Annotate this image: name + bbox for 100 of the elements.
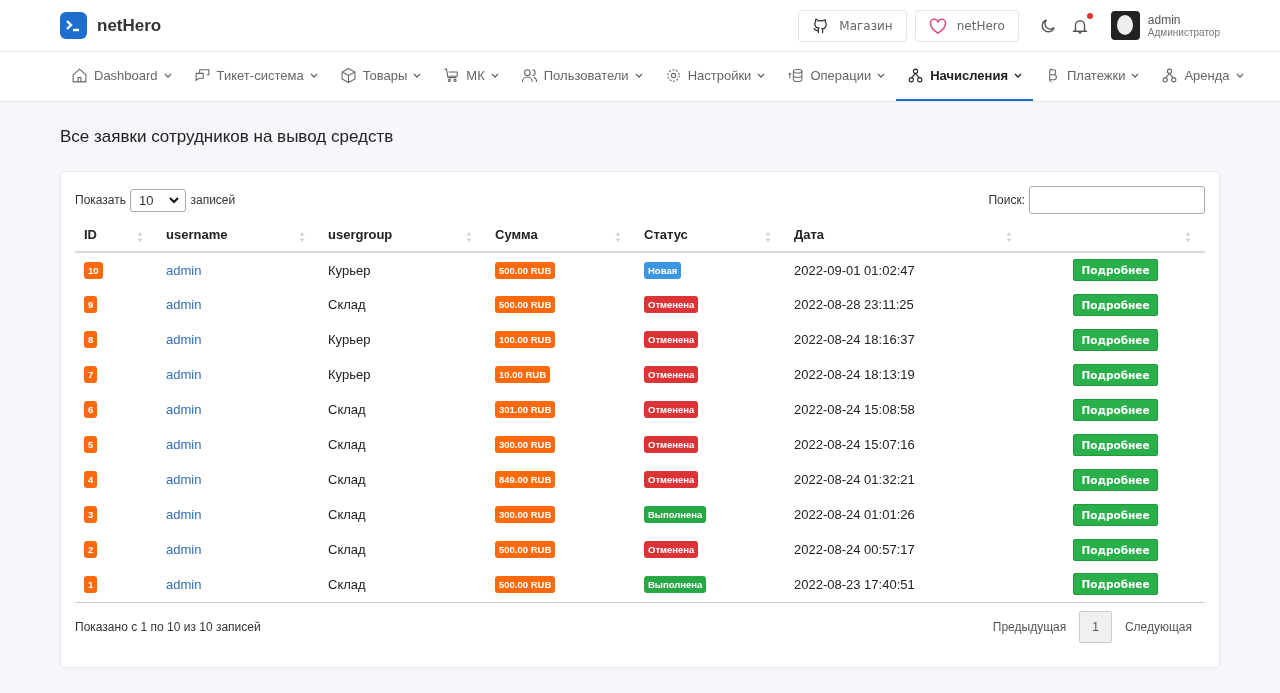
- column-header[interactable]: Сумма: [486, 218, 635, 252]
- nav-tab[interactable]: Платежки: [1033, 52, 1151, 101]
- table-cell: Склад: [328, 576, 366, 592]
- username-link[interactable]: admin: [166, 576, 202, 592]
- nav-tab[interactable]: Тикет-система: [182, 52, 329, 101]
- sort-icon: [765, 231, 771, 243]
- nodes-icon: [907, 67, 925, 84]
- id-badge: 10: [84, 261, 103, 279]
- chevron-down-icon: [490, 72, 499, 79]
- table-cell: Склад: [328, 402, 366, 417]
- status-badge: Новая: [644, 261, 682, 279]
- id-badge: 9: [84, 296, 98, 313]
- logo-icon: [60, 12, 87, 39]
- nav-tab[interactable]: Начисления: [896, 52, 1033, 101]
- username-link[interactable]: admin: [166, 542, 202, 557]
- amount-badge: 849.00 RUB: [495, 471, 556, 488]
- chevron-down-icon: [1131, 72, 1140, 79]
- table-cell: Курьер: [328, 367, 371, 382]
- table-cell: 2022-08-24 01:32:21: [794, 472, 915, 487]
- chevron-down-icon: [169, 196, 180, 204]
- nav-tab[interactable]: Dashboard: [60, 52, 183, 101]
- username-link[interactable]: admin: [166, 367, 202, 382]
- length-label: Показать: [75, 193, 126, 207]
- column-header[interactable]: Дата: [785, 218, 1026, 252]
- page-button[interactable]: 1: [1079, 610, 1112, 643]
- nav-tab[interactable]: МК: [432, 52, 510, 101]
- table-cell: 2022-08-24 18:16:37: [794, 332, 915, 347]
- username-link[interactable]: admin: [166, 472, 202, 487]
- table-info: Показано с 1 по 10 из 10 записей: [75, 619, 261, 634]
- previous-button[interactable]: Предыдущая: [979, 610, 1080, 643]
- page-title: Все заявки сотрудников на вывод средств: [60, 127, 395, 147]
- status-badge: Выполнена: [644, 506, 707, 523]
- table-cell: 2022-08-24 01:01:26: [794, 507, 915, 522]
- table-cell: 2022-08-24 00:57:17: [794, 542, 915, 557]
- sort-icon: [466, 231, 472, 243]
- sponsor-button[interactable]: netHero: [914, 9, 1019, 42]
- column-header[interactable]: username: [157, 218, 319, 252]
- table-cell: Курьер: [328, 262, 371, 278]
- table-cell: 2022-09-01 01:02:47: [794, 262, 915, 278]
- next-button[interactable]: Следующая: [1111, 610, 1205, 643]
- chevron-down-icon: [634, 72, 643, 79]
- status-badge: Отменена: [644, 541, 699, 558]
- page-size-select[interactable]: 10: [130, 188, 187, 212]
- nav-tab[interactable]: Настройки: [653, 52, 777, 101]
- username-link[interactable]: admin: [166, 332, 202, 347]
- nav-tab[interactable]: Операции: [776, 52, 897, 101]
- coins-icon: [787, 67, 805, 84]
- avatar[interactable]: [1110, 11, 1140, 40]
- box-icon: [339, 67, 357, 84]
- search-label: Поиск:: [988, 193, 1025, 207]
- nav-tab[interactable]: Товары: [328, 52, 433, 101]
- chevron-down-icon: [877, 72, 886, 79]
- table-cell: Склад: [328, 472, 366, 487]
- id-badge: 4: [84, 471, 98, 488]
- chevron-down-icon: [1014, 72, 1022, 79]
- brand-name: netHero: [97, 15, 162, 36]
- username-link[interactable]: admin: [166, 507, 202, 522]
- column-header[interactable]: usergroup: [319, 218, 486, 252]
- table-cell: 2022-08-28 23:11:25: [794, 297, 914, 312]
- id-badge: 3: [84, 506, 98, 523]
- id-badge: 8: [84, 331, 98, 348]
- username-link[interactable]: admin: [166, 402, 202, 417]
- status-badge: Отменена: [644, 401, 699, 418]
- amount-badge: 100.00 RUB: [495, 331, 556, 348]
- user-name: admin: [1147, 13, 1182, 27]
- table-cell: Склад: [328, 507, 366, 522]
- shop-button[interactable]: Магазин: [798, 9, 907, 42]
- chevron-down-icon: [163, 72, 172, 79]
- table-cell: 2022-08-24 15:08:58: [794, 402, 915, 417]
- username-link[interactable]: admin: [166, 297, 202, 312]
- status-badge: Отменена: [644, 366, 699, 383]
- length-label: записей: [190, 193, 236, 207]
- id-badge: 1: [84, 575, 98, 593]
- id-badge: 5: [84, 436, 98, 453]
- amount-badge: 500.00 RUB: [495, 541, 556, 558]
- username-link[interactable]: admin: [166, 437, 202, 452]
- nav-tab[interactable]: Аренда: [1150, 52, 1255, 101]
- sort-icon: [1006, 231, 1012, 243]
- amount-badge: 500.00 RUB: [495, 296, 556, 313]
- status-badge: Отменена: [644, 331, 699, 348]
- github-icon: [812, 17, 830, 34]
- chevron-down-icon: [757, 72, 766, 79]
- table-cell: Курьер: [328, 332, 371, 347]
- amount-badge: 10.00 RUB: [495, 366, 550, 383]
- table-cell: 2022-08-24 15:07:16: [794, 437, 915, 452]
- chevron-down-icon: [309, 72, 318, 79]
- column-header[interactable]: ID: [75, 218, 157, 252]
- nav-tab[interactable]: Пользователи: [509, 52, 654, 101]
- sort-icon: [615, 231, 621, 243]
- status-badge: Отменена: [644, 436, 699, 453]
- column-header[interactable]: Статус: [635, 218, 785, 252]
- heart-icon: [928, 17, 947, 34]
- chevron-down-icon: [1235, 72, 1244, 79]
- home-icon: [71, 67, 88, 84]
- username-link[interactable]: admin: [166, 262, 202, 278]
- gear-icon: [664, 67, 682, 84]
- table-cell: 2022-08-24 18:13:19: [794, 367, 915, 382]
- table-cell: 2022-08-23 17:40:51: [794, 576, 915, 592]
- amount-badge: 500.00 RUB: [495, 261, 556, 279]
- search-field[interactable]: [1029, 186, 1205, 214]
